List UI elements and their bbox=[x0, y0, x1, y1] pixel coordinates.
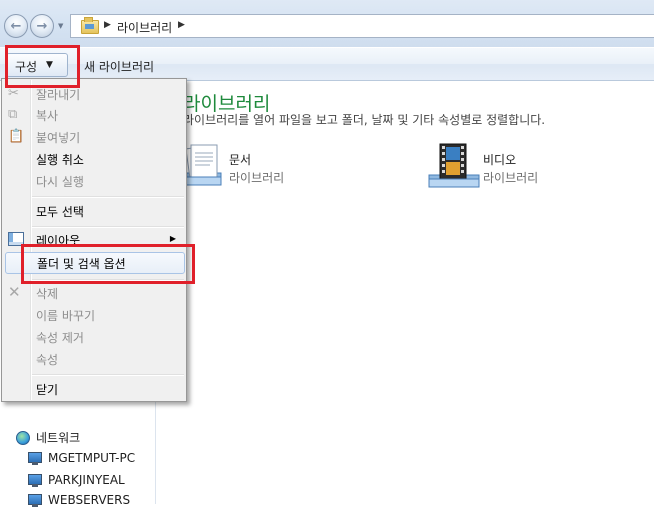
menu-item-label: 모두 선택 bbox=[36, 205, 84, 219]
menu-item-label: 실행 취소 bbox=[36, 153, 84, 167]
organize-menu: ✂ 잘라내기 ⧉ 복사 📋 붙여넣기 실행 취소 다시 실행 모두 선택 레이아… bbox=[1, 78, 187, 402]
menu-item-remove-properties[interactable]: 속성 제거 bbox=[4, 326, 184, 348]
menu-item-label: 삭제 bbox=[36, 287, 59, 301]
library-item-name[interactable]: 비디오 bbox=[483, 151, 516, 168]
new-library-button[interactable]: 새 라이브러리 bbox=[84, 58, 154, 75]
menu-item-select-all[interactable]: 모두 선택 bbox=[4, 200, 184, 222]
menu-item-delete[interactable]: ✕ 삭제 bbox=[4, 282, 184, 304]
menu-item-rename[interactable]: 이름 바꾸기 bbox=[4, 304, 184, 326]
nav-item-label: WEBSERVERS bbox=[48, 493, 131, 507]
menu-item-label: 붙여넣기 bbox=[36, 131, 81, 145]
menu-separator bbox=[32, 374, 184, 376]
menu-item-label: 속성 bbox=[36, 353, 59, 367]
menu-item-properties[interactable]: 속성 bbox=[4, 348, 184, 370]
menu-separator bbox=[32, 196, 184, 198]
menu-item-undo[interactable]: 실행 취소 bbox=[4, 148, 184, 170]
delete-x-icon: ✕ bbox=[8, 283, 21, 301]
breadcrumb-chevron-icon[interactable]: ▶ bbox=[104, 20, 111, 30]
menu-item-label: 속성 제거 bbox=[36, 331, 84, 345]
menu-item-label: 복사 bbox=[36, 109, 59, 123]
videos-library-icon[interactable] bbox=[428, 143, 480, 189]
nav-item-computer[interactable]: MGETMPUT-PC bbox=[28, 451, 135, 465]
forward-arrow-icon: → bbox=[36, 18, 48, 34]
breadcrumb-chevron-icon[interactable]: ▶ bbox=[178, 20, 185, 30]
library-item-name[interactable]: 문서 bbox=[229, 151, 251, 168]
recent-pages-dropdown-icon[interactable]: ▼ bbox=[58, 22, 63, 30]
copy-icon: ⧉ bbox=[8, 107, 18, 122]
back-arrow-icon: ← bbox=[10, 18, 22, 34]
nav-item-label: MGETMPUT-PC bbox=[48, 451, 136, 465]
library-item-type: 라이브러리 bbox=[483, 171, 539, 185]
menu-item-redo[interactable]: 다시 실행 bbox=[4, 170, 184, 192]
address-box[interactable]: ▶ 라이브러리 ▶ bbox=[70, 14, 654, 38]
menu-item-label: 잘라내기 bbox=[36, 88, 81, 102]
nav-item-label: PARKJINYEAL bbox=[48, 473, 125, 487]
nav-item-computer[interactable]: PARKJINYEAL bbox=[28, 473, 125, 487]
nav-item-computer[interactable]: WEBSERVERS bbox=[28, 493, 130, 507]
back-button[interactable]: ← bbox=[4, 14, 28, 38]
menu-item-copy[interactable]: ⧉ 복사 bbox=[4, 104, 184, 126]
highlight-box-folder-options bbox=[21, 244, 195, 284]
libraries-folder-icon bbox=[81, 17, 99, 34]
page-description: 라이브러리를 열어 파일을 보고 폴더, 날짜 및 기타 속성별로 정렬합니다. bbox=[183, 113, 546, 127]
computer-icon bbox=[28, 451, 42, 465]
menu-separator bbox=[32, 226, 184, 228]
menu-item-label: 닫기 bbox=[36, 383, 59, 397]
nav-item-label: 네트워크 bbox=[36, 431, 81, 445]
nav-item-network[interactable]: 네트워크 bbox=[16, 429, 80, 446]
address-bar-area: ← → ▼ ▶ 라이브러리 ▶ bbox=[0, 0, 654, 47]
network-icon bbox=[16, 430, 30, 445]
command-bar: 구성 ▼ 새 라이브러리 bbox=[0, 47, 654, 81]
computer-icon bbox=[28, 473, 42, 487]
clipboard-icon: 📋 bbox=[8, 129, 25, 144]
menu-item-close[interactable]: 닫기 bbox=[4, 378, 184, 400]
menu-item-paste[interactable]: 📋 붙여넣기 bbox=[4, 126, 184, 148]
scissors-icon: ✂ bbox=[8, 86, 19, 101]
breadcrumb-libraries[interactable]: 라이브러리 bbox=[117, 19, 172, 36]
library-item-type: 라이브러리 bbox=[229, 171, 285, 185]
menu-item-label: 이름 바꾸기 bbox=[36, 309, 96, 323]
highlight-box-organize bbox=[5, 45, 80, 88]
submenu-arrow-icon: ▶ bbox=[169, 234, 176, 243]
computer-icon bbox=[28, 493, 42, 507]
menu-item-label: 다시 실행 bbox=[36, 175, 84, 189]
forward-button[interactable]: → bbox=[30, 14, 54, 38]
